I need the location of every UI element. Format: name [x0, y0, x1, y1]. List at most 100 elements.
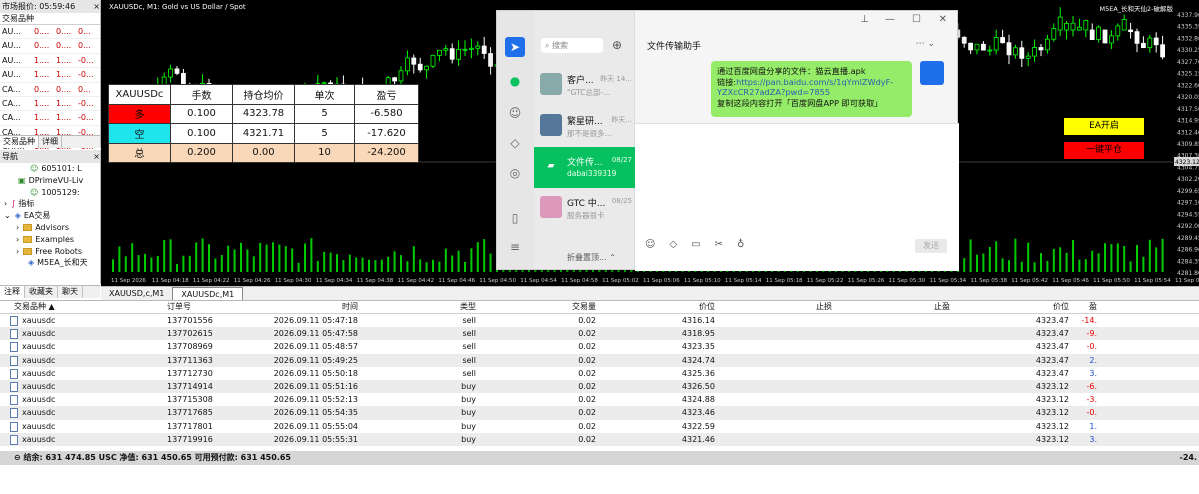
market-watch-row[interactable]: AU... 1.... 1.... -0... — [0, 68, 100, 83]
candle-body — [436, 49, 442, 56]
table-row[interactable]: xauusdc 137701556 2026.09.11 05:47:18 sell 0… — [0, 314, 1199, 328]
tab-chat[interactable]: 聊天 — [58, 286, 83, 298]
close-all-button[interactable]: 一键平仓 — [1064, 142, 1144, 159]
col-volume[interactable]: 交易量 — [478, 301, 598, 313]
minimize-icon[interactable]: — — [885, 14, 895, 25]
time-tick: 11 Sep 05:22 — [807, 278, 844, 284]
col-sl[interactable]: 止损 — [717, 301, 834, 313]
maximize-icon[interactable]: ☐ — [912, 14, 921, 25]
change-value: -0... — [78, 70, 94, 80]
nav-ea-m5ea[interactable]: ◈ M5EA_长和天 — [0, 257, 100, 269]
cell-volume: 0.02 — [578, 368, 596, 378]
table-row[interactable]: xauusdc 137714914 2026.09.11 05:51:16 buy 0.… — [0, 379, 1199, 394]
cell-symbol: xauusdc — [22, 316, 56, 325]
chat-title: 文件传输助手 — [647, 42, 702, 52]
candle-body — [468, 47, 474, 50]
pin-icon[interactable]: ⊥ — [860, 14, 869, 25]
cell-tp — [834, 420, 952, 433]
emoji-icon[interactable]: ☺ — [645, 239, 655, 250]
col-type[interactable]: 类型 — [360, 301, 478, 313]
cell-profit: 3. — [1089, 368, 1097, 378]
chat-item[interactable]: 繁星研... 昨天... 那不是很多... — [534, 106, 635, 147]
market-watch-row[interactable]: CA... 1.... 1.... -0... — [0, 97, 100, 112]
chat-item[interactable]: 客户... 昨天 14... "GTC总部-... — [534, 65, 635, 106]
cell-symbol: xauusdc — [22, 408, 56, 418]
col-price[interactable]: 价位 — [598, 301, 717, 313]
table-row[interactable]: xauusdc 137719916 2026.09.11 05:55:31 buy 0.… — [0, 432, 1199, 446]
menu-icon[interactable]: ≡ — [505, 237, 525, 257]
tab-symbols[interactable]: 交易品种 — [0, 136, 39, 148]
box-icon[interactable]: ◇ — [505, 133, 525, 153]
scissors-icon[interactable]: ✂ — [715, 239, 723, 250]
symbol-cell: XAUUSDc — [108, 84, 171, 105]
close-icon[interactable]: ✕ — [939, 14, 947, 25]
chart-tab[interactable]: XAUUSD,c,M1 — [101, 287, 172, 300]
account-item[interactable]: ☺ 605101: L — [0, 163, 100, 175]
account-item[interactable]: ☺ 1005129: — [0, 187, 100, 199]
tab-details[interactable]: 详细 — [39, 136, 62, 148]
folder-icon[interactable]: ▭ — [691, 239, 700, 250]
cell-profit: -0. — [1086, 342, 1097, 352]
market-watch-row[interactable]: AU... 0.... 0.... 0... — [0, 39, 100, 54]
chat-item[interactable]: GTC 中... 08/25 服务器很卡 — [534, 188, 635, 229]
market-watch-row[interactable]: AU... 0.... 0.... 0... — [0, 25, 100, 40]
cell-time: 2026.09.11 05:54:35 — [273, 408, 358, 418]
cell-type: sell — [462, 342, 476, 352]
compass-icon[interactable]: ◎ — [505, 163, 525, 183]
table-row[interactable]: xauusdc 137717801 2026.09.11 05:55:04 buy 0.… — [0, 419, 1199, 433]
order-icon — [10, 434, 18, 445]
phone-icon[interactable]: ▯ — [505, 208, 525, 228]
ask-value: 1.... — [56, 98, 72, 108]
col-profit[interactable]: 盈 — [1071, 301, 1099, 313]
search-input[interactable]: ⌕ 搜索 — [541, 38, 603, 53]
table-row[interactable]: xauusdc 137715308 2026.09.11 05:52:13 buy 0.… — [0, 393, 1199, 407]
cell-profit: -9. — [1086, 329, 1097, 339]
col-symbol[interactable]: 交易品种 ▲ — [0, 301, 165, 313]
col-time[interactable]: 时间 — [270, 301, 360, 313]
cell-order: 137701556 — [167, 316, 213, 325]
col-order[interactable]: 订单号 — [165, 301, 270, 313]
message-link[interactable]: https://pan.baidu.com/s/1qYmlZWdyF-YZXcC… — [717, 77, 893, 98]
mic-icon[interactable]: ♁ — [737, 239, 744, 250]
ask-value: 1.... — [56, 55, 72, 65]
contacts-icon[interactable]: ☺ — [505, 103, 525, 123]
tab-favorites[interactable]: 收藏夹 — [25, 286, 58, 298]
chat-icon[interactable]: ● — [505, 71, 525, 91]
table-row[interactable]: xauusdc 137708969 2026.09.11 05:48:57 sell 0… — [0, 340, 1199, 354]
nav-folder-advisors[interactable]: › Advisors — [0, 222, 100, 234]
more-options-icon[interactable]: ⋯ ⌄ — [916, 39, 935, 49]
folder-icon: ▰ — [540, 155, 562, 177]
market-watch-row[interactable]: AU... 1.... 1.... -0... — [0, 54, 100, 69]
add-icon[interactable]: ⊕ — [610, 38, 624, 52]
table-row[interactable]: xauusdc 137711363 2026.09.11 05:49:25 sell 0… — [0, 353, 1199, 367]
chart-tab-active[interactable]: XAUUSDc,M1 — [172, 287, 244, 300]
col-current-price[interactable]: 价位 — [952, 301, 1071, 313]
table-row[interactable]: xauusdc 137717685 2026.09.11 05:54:35 buy 0.… — [0, 406, 1199, 420]
nav-folder-free-robots[interactable]: › Free Robots — [0, 246, 100, 258]
fold-pinned[interactable]: 折叠置顶... ⌃ — [534, 247, 635, 269]
nav-folder-examples[interactable]: › Examples — [0, 234, 100, 246]
table-row[interactable]: xauusdc 137712730 2026.09.11 05:50:18 sell 0… — [0, 366, 1199, 380]
bid-value: 1.... — [34, 98, 50, 108]
table-row[interactable]: xauusdc 137702615 2026.09.11 05:47:58 sell 0… — [0, 327, 1199, 341]
tab-notes[interactable]: 注释 — [0, 286, 25, 298]
server-item[interactable]: ▣ DPrimeVU-Liv — [0, 175, 100, 187]
indicator-icon: ∫ — [11, 199, 16, 209]
col-tp[interactable]: 止盈 — [834, 301, 952, 313]
market-watch-row[interactable]: CA... 1.... 1.... -0... — [0, 111, 100, 126]
cell-symbol: xauusdc — [22, 329, 56, 339]
box-icon[interactable]: ◇ — [669, 239, 677, 250]
cell-tp — [834, 433, 952, 446]
cell-current-price: 4323.47 — [1035, 355, 1069, 365]
nav-expert-advisors[interactable]: ⌄ ◈ EA交易 — [0, 210, 100, 222]
close-icon[interactable]: × — [93, 150, 100, 163]
chat-item-selected[interactable]: ▰ 文件传... 08/27 dabai339319 — [534, 147, 635, 188]
market-watch-header[interactable]: 交易品种 — [0, 13, 100, 25]
candle-body — [417, 63, 423, 71]
close-icon[interactable]: × — [93, 0, 100, 13]
nav-indicators[interactable]: › ∫ 指标 — [0, 198, 100, 210]
send-button[interactable]: 发送 — [915, 239, 947, 253]
market-watch-row[interactable]: CA... 0.... 0.... 0... — [0, 83, 100, 97]
message-bubble[interactable]: 通过百度网盘分享的文件：猫云直播.apk 链接:https://pan.baid… — [711, 61, 912, 117]
ea-start-button[interactable]: EA开启 — [1064, 118, 1144, 135]
